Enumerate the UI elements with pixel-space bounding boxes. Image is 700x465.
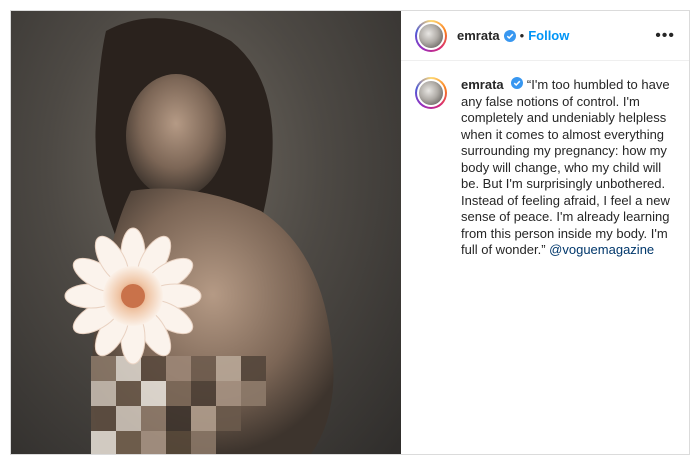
caption: emrata “I'm too humbled to have any fals… xyxy=(401,61,689,259)
avatar[interactable] xyxy=(415,19,447,52)
instagram-post: emrata • Follow ••• emrata “I'm too humb… xyxy=(10,10,690,455)
post-photo[interactable] xyxy=(11,11,401,454)
separator-dot: • xyxy=(519,28,525,43)
caption-text: emrata “I'm too humbled to have any fals… xyxy=(461,77,675,259)
verified-badge-icon xyxy=(503,29,516,42)
post-sidebar: emrata • Follow ••• emrata “I'm too humb… xyxy=(401,11,689,454)
caption-username[interactable]: emrata xyxy=(461,77,504,92)
mention-link[interactable]: @voguemagazine xyxy=(549,242,654,257)
more-options-icon[interactable]: ••• xyxy=(655,27,675,45)
follow-button[interactable]: Follow xyxy=(528,28,569,43)
caption-body: “I'm too humbled to have any false notio… xyxy=(461,77,670,257)
verified-badge-icon xyxy=(511,77,524,89)
post-header: emrata • Follow ••• xyxy=(401,11,689,61)
post-photo-art xyxy=(64,18,334,454)
caption-avatar[interactable] xyxy=(415,77,447,109)
username[interactable]: emrata xyxy=(457,28,500,43)
